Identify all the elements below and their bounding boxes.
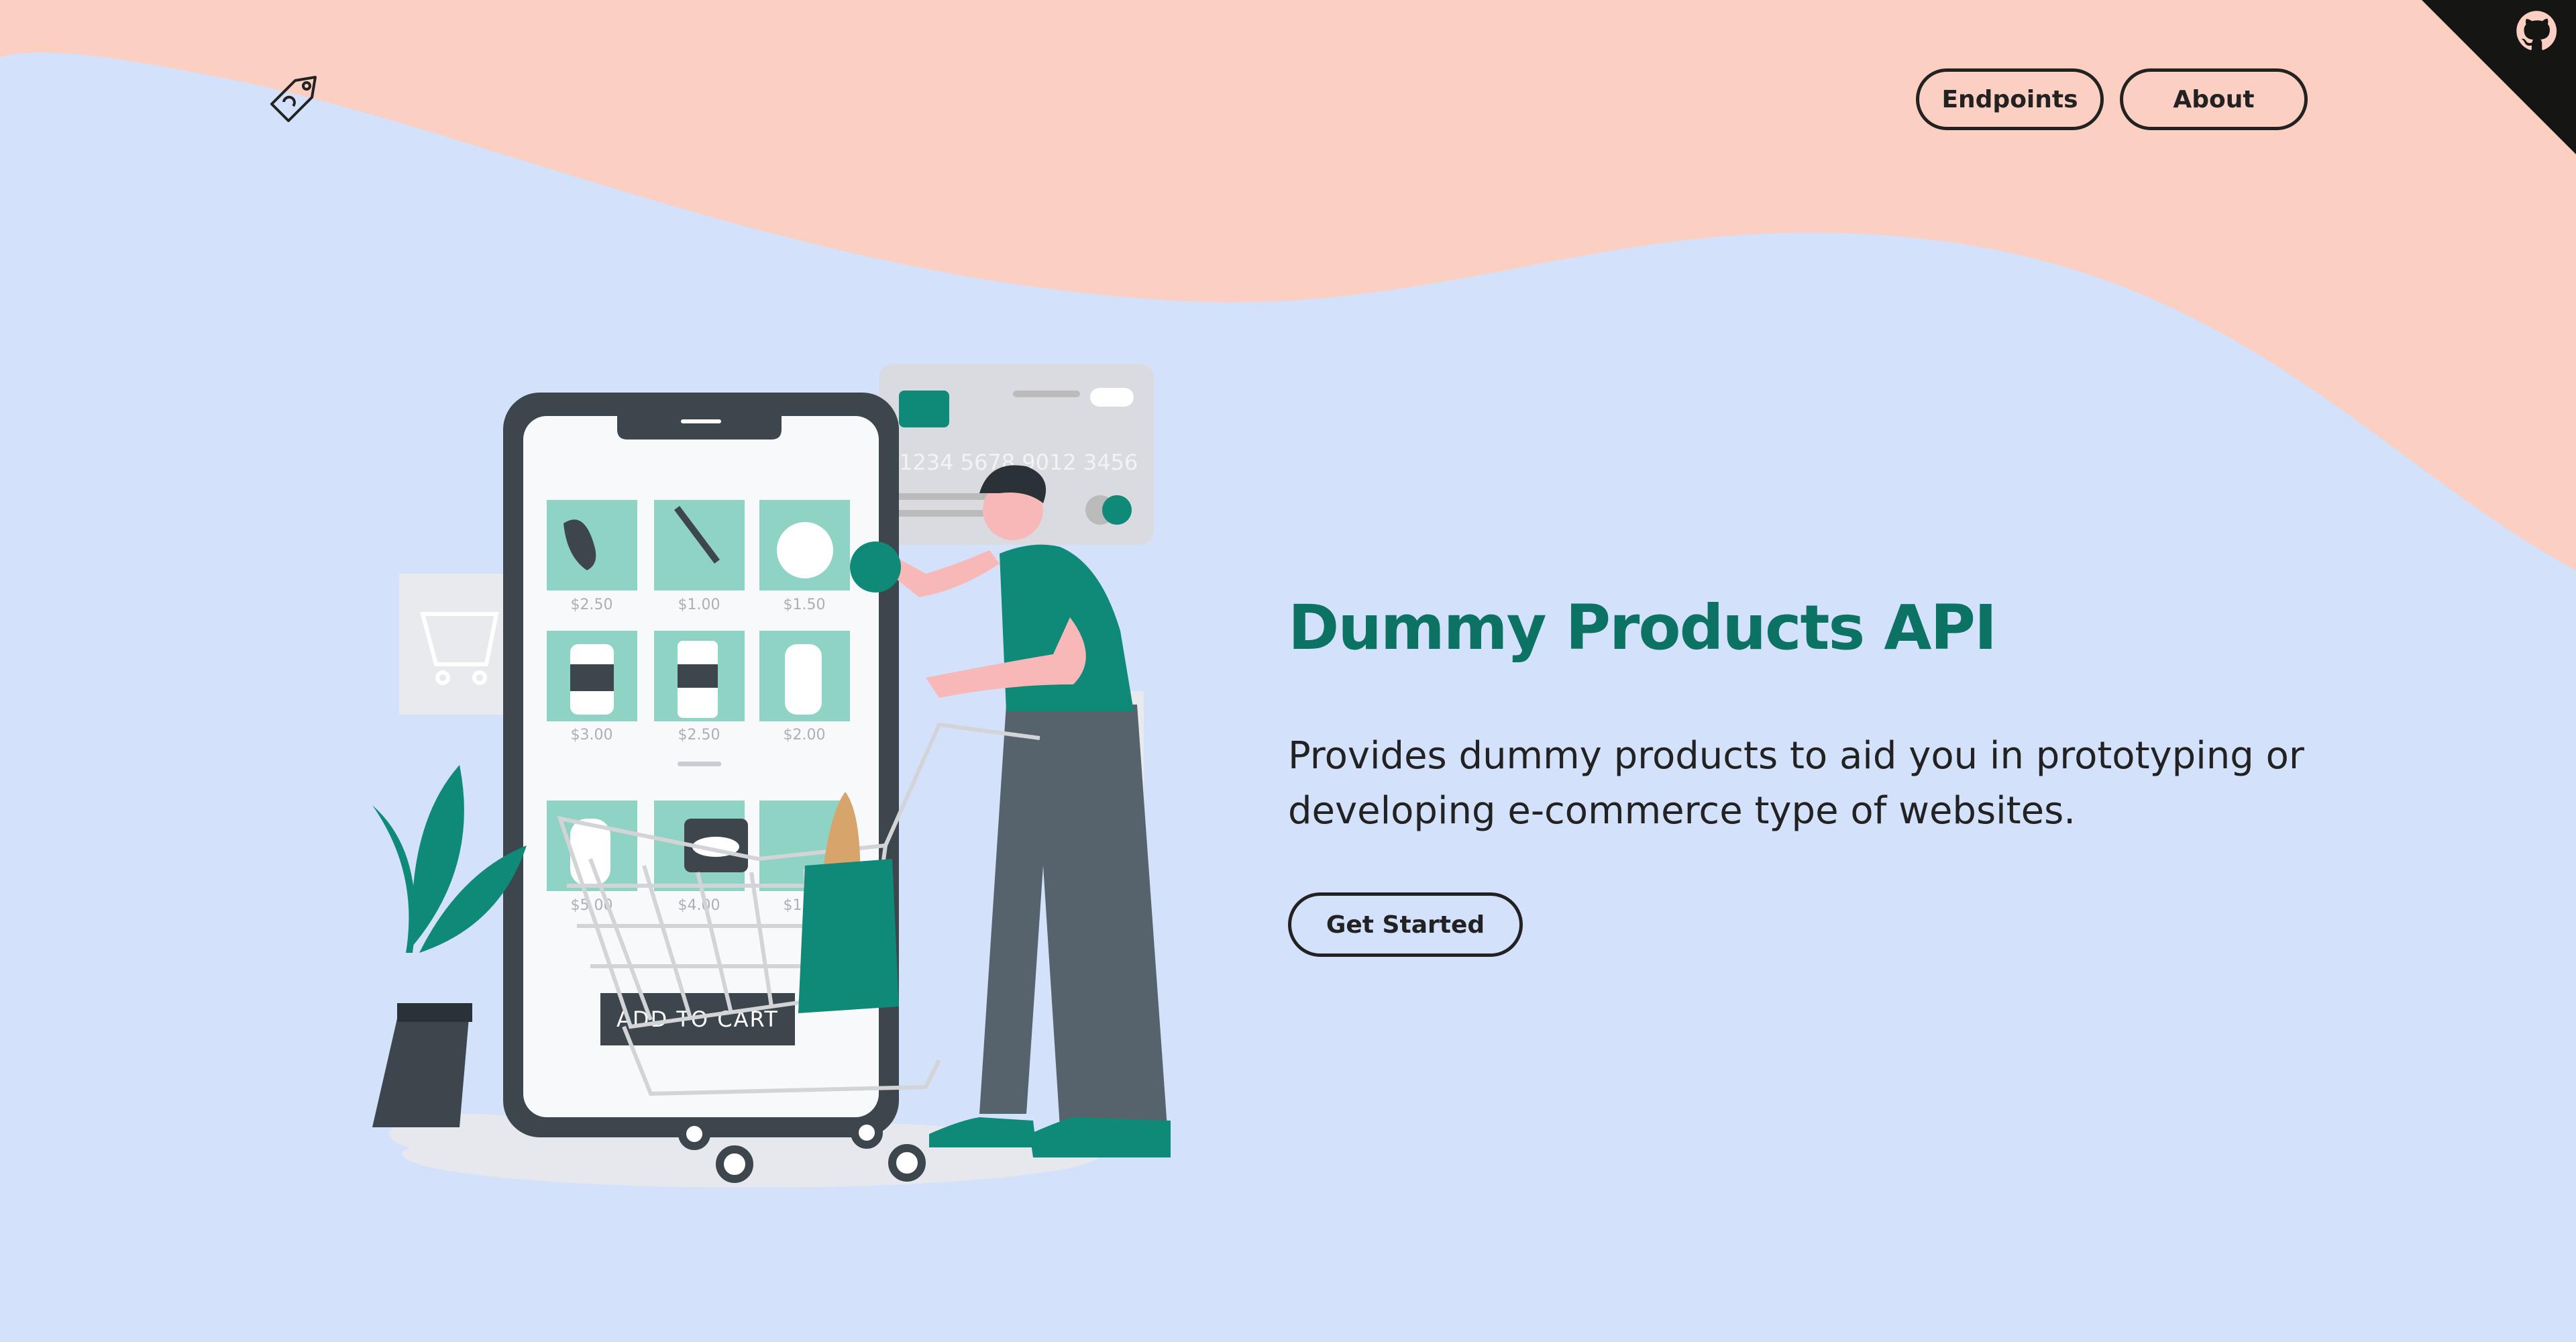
price-label: $2.50 [571, 597, 613, 613]
price-label: $4.00 [678, 897, 720, 914]
get-started-button[interactable]: Get Started [1288, 892, 1523, 957]
hero-description: Provides dummy products to aid you in pr… [1288, 734, 2304, 833]
price-label: $1.00 [678, 597, 720, 613]
shopping-illustration: 1234 5678 9012 3456 $2.50 $1.00 $1.50 $3… [372, 364, 1171, 1188]
hero-title: Dummy Products API [1288, 592, 1997, 664]
price-label: $2.50 [678, 727, 720, 743]
github-corner[interactable] [2422, 0, 2576, 154]
about-button[interactable]: About [2120, 68, 2308, 130]
endpoints-button[interactable]: Endpoints [1916, 68, 2104, 130]
price-label: $1.50 [784, 597, 826, 613]
price-tag-icon[interactable] [265, 67, 325, 127]
phone: $2.50 $1.00 $1.50 $3.00 $2.50 $2.00 $5.0… [503, 393, 899, 1137]
price-label: $2.00 [784, 727, 826, 743]
price-label: $3.00 [571, 727, 613, 743]
